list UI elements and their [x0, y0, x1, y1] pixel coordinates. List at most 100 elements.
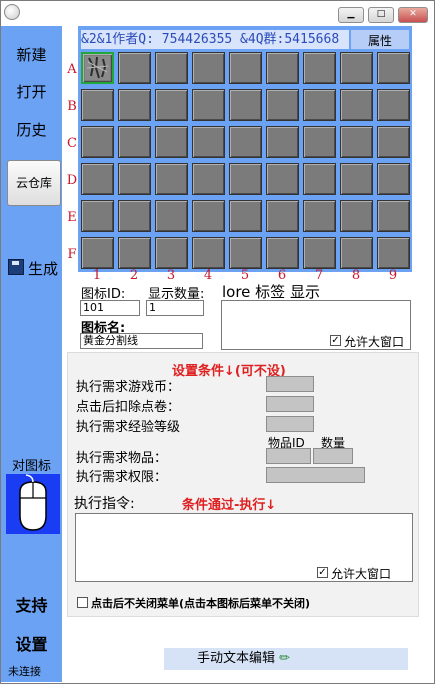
- grid-cell-a8[interactable]: [340, 52, 373, 84]
- pass-execute-title: 条件通过-执行↓: [182, 498, 277, 513]
- grid-cell-e5[interactable]: [229, 200, 262, 232]
- grid-cell-f4[interactable]: [192, 237, 225, 269]
- command-label: 执行指令:: [74, 496, 135, 512]
- maximize-button[interactable]: □: [368, 7, 394, 23]
- grid-cell-d5[interactable]: [229, 163, 262, 195]
- cloud-repo-button[interactable]: 云仓库: [7, 160, 61, 206]
- grid-cell-e3[interactable]: [155, 200, 188, 232]
- grid-cell-b6[interactable]: [266, 89, 299, 121]
- grid-cell-a5[interactable]: [229, 52, 262, 84]
- grid-cell-e7[interactable]: [303, 200, 336, 232]
- grid-cell-d8[interactable]: [340, 163, 373, 195]
- manual-edit-button[interactable]: 手动文本编辑 ✏: [164, 648, 408, 670]
- grid-cell-c9[interactable]: [377, 126, 410, 158]
- item-quantity-input[interactable]: [313, 448, 353, 464]
- grid-cell-a4[interactable]: [192, 52, 225, 84]
- grid-cell-d2[interactable]: [118, 163, 151, 195]
- game-currency-label: 执行需求游戏币：: [76, 380, 181, 395]
- row-label-e: E: [67, 210, 77, 225]
- column-label-4: 4: [203, 268, 213, 283]
- grid-cell-a7[interactable]: [303, 52, 336, 84]
- keep-menu-label: 点击后不关闭菜单(点击本图标后菜单不关闭): [91, 597, 311, 610]
- grid-cell-e6[interactable]: [266, 200, 299, 232]
- grid-cell-e1[interactable]: [81, 200, 114, 232]
- keep-menu-checkbox[interactable]: [77, 597, 88, 608]
- grid-cell-a6[interactable]: [266, 52, 299, 84]
- allow-large-window-2-label: 允许大窗口: [331, 567, 392, 581]
- column-label-3: 3: [166, 268, 176, 283]
- grid-cell-f3[interactable]: [155, 237, 188, 269]
- grid-cell-f5[interactable]: [229, 237, 262, 269]
- grid-cell-e9[interactable]: [377, 200, 410, 232]
- grid-cell-d6[interactable]: [266, 163, 299, 195]
- app-icon: [4, 4, 20, 20]
- permission-input[interactable]: [266, 467, 365, 483]
- display-count-input[interactable]: 1: [146, 300, 204, 316]
- allow-large-window-1-label: 允许大窗口: [344, 335, 405, 349]
- row-label-d: D: [66, 173, 78, 188]
- grid-cell-f8[interactable]: [340, 237, 373, 269]
- grid-cell-c2[interactable]: [118, 126, 151, 158]
- grid-cell-b2[interactable]: [118, 89, 151, 121]
- grid-cell-b4[interactable]: [192, 89, 225, 121]
- exp-level-label: 执行需求经验等级: [76, 420, 181, 435]
- sidebar-settings[interactable]: 设置: [1, 631, 62, 655]
- grid-cell-a9[interactable]: [377, 52, 410, 84]
- grid-cell-b1[interactable]: [81, 89, 114, 121]
- icon-name-input[interactable]: 黄金分割线: [80, 333, 203, 349]
- game-currency-input[interactable]: [266, 376, 314, 392]
- grid-cell-b8[interactable]: [340, 89, 373, 121]
- grid-cell-f2[interactable]: [118, 237, 151, 269]
- grid-cell-c6[interactable]: [266, 126, 299, 158]
- sidebar-history[interactable]: 历史: [1, 119, 62, 140]
- pencil-icon: ✏: [279, 651, 291, 666]
- grid-cell-e4[interactable]: [192, 200, 225, 232]
- grid-cell-c4[interactable]: [192, 126, 225, 158]
- exp-level-input[interactable]: [266, 416, 314, 432]
- grid-cell-c7[interactable]: [303, 126, 336, 158]
- grid-cell-f1[interactable]: [81, 237, 114, 269]
- grid-cell-f6[interactable]: [266, 237, 299, 269]
- save-icon[interactable]: [8, 259, 24, 275]
- row-label-b: B: [67, 99, 77, 114]
- grid-cell-a2[interactable]: [118, 52, 151, 84]
- sidebar-new[interactable]: 新建: [1, 44, 62, 65]
- grid-cell-b3[interactable]: [155, 89, 188, 121]
- grid-cell-b7[interactable]: [303, 89, 336, 121]
- allow-large-window-2-checkbox[interactable]: ✓: [317, 567, 328, 578]
- grid-cell-c1[interactable]: [81, 126, 114, 158]
- grid-cell-d7[interactable]: [303, 163, 336, 195]
- grid-cell-e2[interactable]: [118, 200, 151, 232]
- grid-cell-a1[interactable]: [81, 52, 114, 84]
- grid-cell-b9[interactable]: [377, 89, 410, 121]
- grid-cell-d1[interactable]: [81, 163, 114, 195]
- lore-label: lore 标签 显示: [222, 283, 320, 301]
- grid-cell-f9[interactable]: [377, 237, 410, 269]
- grid-cell-e8[interactable]: [340, 200, 373, 232]
- grid-cell-a3[interactable]: [155, 52, 188, 84]
- menu-title-bar: &2&1作者Q: 754426355 &4Q群:5415668: [81, 30, 349, 49]
- grid-cell-b5[interactable]: [229, 89, 262, 121]
- grid-cell-c8[interactable]: [340, 126, 373, 158]
- close-button[interactable]: ✕: [398, 7, 428, 23]
- icon-id-input[interactable]: 101: [80, 300, 140, 316]
- grid-cell-d9[interactable]: [377, 163, 410, 195]
- grid-cell-d3[interactable]: [155, 163, 188, 195]
- grid-cell-d4[interactable]: [192, 163, 225, 195]
- row-label-a: A: [67, 62, 77, 77]
- allow-large-window-1-checkbox[interactable]: ✓: [330, 335, 341, 346]
- deduct-points-input[interactable]: [266, 396, 314, 412]
- grid-cell-c5[interactable]: [229, 126, 262, 158]
- sidebar-support[interactable]: 支持: [1, 592, 62, 616]
- mouse-icon[interactable]: [6, 474, 60, 534]
- column-label-9: 9: [388, 268, 398, 283]
- minimize-button[interactable]: ▁: [338, 7, 364, 23]
- deduct-points-label: 点击后扣除点卷：: [76, 400, 181, 415]
- item-id-input[interactable]: [266, 448, 311, 464]
- column-label-8: 8: [351, 268, 361, 283]
- properties-tab[interactable]: 属性: [351, 30, 409, 49]
- grid-cell-f7[interactable]: [303, 237, 336, 269]
- sidebar-generate[interactable]: 生成: [28, 258, 58, 279]
- grid-cell-c3[interactable]: [155, 126, 188, 158]
- sidebar-open[interactable]: 打开: [1, 81, 62, 102]
